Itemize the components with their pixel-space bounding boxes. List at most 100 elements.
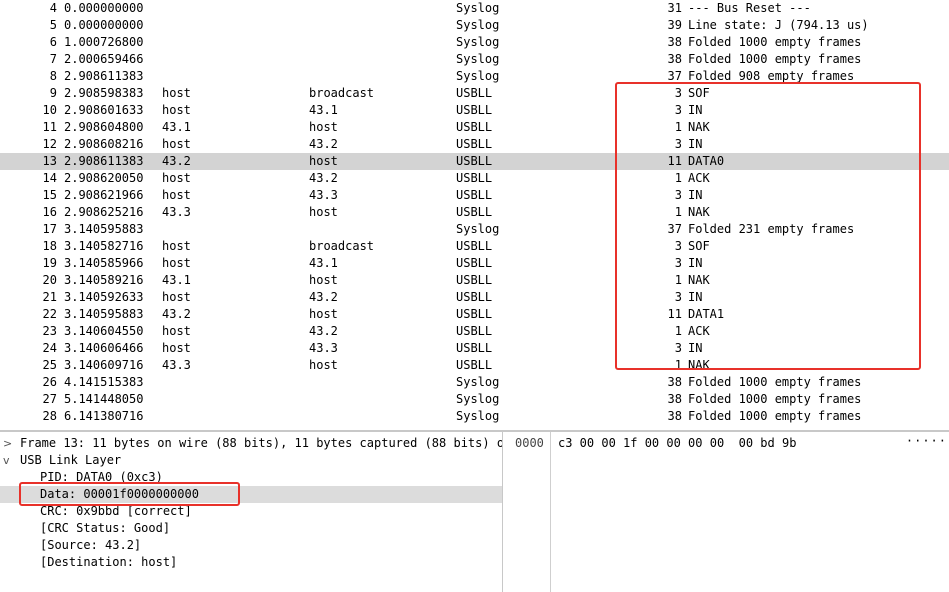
packet-info: NAK [688, 205, 710, 219]
packet-time: 3.140595883 [64, 222, 144, 236]
packet-protocol: Syslog [456, 18, 500, 32]
packet-row[interactable]: 9 2.908598383 host broadcast USBLL 3 SOF [0, 85, 949, 102]
packet-row[interactable]: 13 2.908611383 43.2 host USBLL 11 DATA0 [0, 153, 949, 170]
packet-number: 9 [49, 86, 57, 100]
packet-protocol: Syslog [456, 409, 500, 423]
packet-destination: host [309, 154, 338, 168]
tree-crc[interactable]: CRC: 0x9bbd [correct] [0, 503, 502, 520]
packet-info: IN [688, 103, 703, 117]
packet-row[interactable]: 6 1.000726800 Syslog 38 Folded 1000 empty fr… [0, 34, 949, 51]
packet-info: ACK [688, 324, 710, 338]
packet-row[interactable]: 22 3.140595883 43.2 host USBLL 11 DATA1 [0, 306, 949, 323]
tree-source[interactable]: [Source: 43.2] [0, 537, 502, 554]
packet-destination: host [309, 307, 338, 321]
packet-number: 19 [42, 256, 57, 270]
packet-time: 2.908608216 [64, 137, 144, 151]
packet-length: 3 [674, 341, 682, 355]
packet-row[interactable]: 4 0.000000000 Syslog 31 --- Bus Reset --- [0, 0, 949, 17]
packet-number: 23 [42, 324, 57, 338]
bytes-offset: 0000 [515, 436, 544, 450]
packet-source: 43.1 [162, 273, 191, 287]
tree-usb-link-layer[interactable]: v USB Link Layer [0, 452, 502, 469]
packet-destination: 43.2 [309, 324, 338, 338]
packet-number: 17 [42, 222, 57, 236]
packet-length: 1 [674, 273, 682, 287]
packet-info: --- Bus Reset --- [688, 1, 811, 15]
packet-number: 25 [42, 358, 57, 372]
packet-bytes-pane[interactable]: 0000 c3 00 00 1f 00 00 00 00 00 bd 9b ··… [503, 432, 949, 592]
packet-destination: 43.3 [309, 341, 338, 355]
packet-row[interactable]: 17 3.140595883 Syslog 37 Folded 231 empty fr… [0, 221, 949, 238]
packet-time: 6.141380716 [64, 409, 144, 423]
packet-protocol: Syslog [456, 392, 500, 406]
tree-crc-status[interactable]: [CRC Status: Good] [0, 520, 502, 537]
packet-info: Folded 1000 empty frames [688, 52, 862, 66]
packet-source: host [162, 103, 191, 117]
packet-time: 3.140582716 [64, 239, 144, 253]
packet-length: 1 [674, 324, 682, 338]
packet-row[interactable]: 7 2.000659466 Syslog 38 Folded 1000 empty fr… [0, 51, 949, 68]
packet-number: 12 [42, 137, 57, 151]
packet-row[interactable]: 25 3.140609716 43.3 host USBLL 1 NAK [0, 357, 949, 374]
packet-number: 20 [42, 273, 57, 287]
packet-number: 27 [42, 392, 57, 406]
packet-length: 1 [674, 205, 682, 219]
tree-pid[interactable]: PID: DATA0 (0xc3) [0, 469, 502, 486]
packet-info: SOF [688, 86, 710, 100]
chevron-down-icon[interactable]: v [3, 452, 13, 469]
packet-row[interactable]: 19 3.140585966 host 43.1 USBLL 3 IN [0, 255, 949, 272]
packet-length: 3 [674, 137, 682, 151]
packet-length: 3 [674, 239, 682, 253]
packet-row[interactable]: 24 3.140606466 host 43.3 USBLL 3 IN [0, 340, 949, 357]
packet-number: 11 [42, 120, 57, 134]
bytes-hex-dump[interactable]: c3 00 00 1f 00 00 00 00 00 bd 9b [558, 436, 796, 450]
packet-row[interactable]: 12 2.908608216 host 43.2 USBLL 3 IN [0, 136, 949, 153]
packet-row[interactable]: 5 0.000000000 Syslog 39 Line state: J (794.1… [0, 17, 949, 34]
packet-time: 5.141448050 [64, 392, 144, 406]
packet-number: 15 [42, 188, 57, 202]
bytes-ascii-dump[interactable]: ····· [906, 434, 947, 448]
packet-row[interactable]: 14 2.908620050 host 43.2 USBLL 1 ACK [0, 170, 949, 187]
packet-row[interactable]: 8 2.908611383 Syslog 37 Folded 908 empty fra… [0, 68, 949, 85]
packet-row[interactable]: 27 5.141448050 Syslog 38 Folded 1000 empty f… [0, 391, 949, 408]
packet-row[interactable]: 21 3.140592633 host 43.2 USBLL 3 IN [0, 289, 949, 306]
packet-time: 2.908621966 [64, 188, 144, 202]
packet-list[interactable]: 4 0.000000000 Syslog 31 --- Bus Reset --- 5 0.… [0, 0, 949, 427]
packet-details-pane[interactable]: > Frame 13: 11 bytes on wire (88 bits), … [0, 432, 502, 592]
packet-info: Line state: J (794.13 us) [688, 18, 869, 32]
chevron-right-icon[interactable]: > [3, 435, 13, 452]
packet-protocol: USBLL [456, 120, 493, 134]
packet-number: 21 [42, 290, 57, 304]
tree-destination[interactable]: [Destination: host] [0, 554, 502, 571]
packet-row[interactable]: 16 2.908625216 43.3 host USBLL 1 NAK [0, 204, 949, 221]
usb-link-layer-text: USB Link Layer [20, 453, 122, 467]
packet-destination: 43.2 [309, 137, 338, 151]
packet-row[interactable]: 15 2.908621966 host 43.3 USBLL 3 IN [0, 187, 949, 204]
packet-time: 2.908611383 [64, 69, 144, 83]
packet-time: 0.000000000 [64, 1, 144, 15]
packet-length: 38 [667, 35, 682, 49]
tree-frame-summary[interactable]: > Frame 13: 11 bytes on wire (88 bits), … [0, 435, 502, 452]
frame-summary-text: Frame 13: 11 bytes on wire (88 bits), 11… [20, 436, 502, 450]
packet-destination: broadcast [309, 86, 375, 100]
packet-row[interactable]: 11 2.908604800 43.1 host USBLL 1 NAK [0, 119, 949, 136]
packet-row[interactable]: 28 6.141380716 Syslog 38 Folded 1000 empty f… [0, 408, 949, 425]
packet-number: 16 [42, 205, 57, 219]
packet-row[interactable]: 10 2.908601633 host 43.1 USBLL 3 IN [0, 102, 949, 119]
packet-time: 2.908620050 [64, 171, 144, 185]
packet-time: 3.140592633 [64, 290, 144, 304]
packet-number: 18 [42, 239, 57, 253]
packet-time: 4.141515383 [64, 375, 144, 389]
packet-number: 5 [49, 18, 57, 32]
packet-number: 28 [42, 409, 57, 423]
packet-row[interactable]: 18 3.140582716 host broadcast USBLL 3 SOF [0, 238, 949, 255]
packet-time: 3.140604550 [64, 324, 144, 338]
packet-row[interactable]: 23 3.140604550 host 43.2 USBLL 1 ACK [0, 323, 949, 340]
packet-row[interactable]: 20 3.140589216 43.1 host USBLL 1 NAK [0, 272, 949, 289]
packet-length: 38 [667, 375, 682, 389]
packet-destination: 43.1 [309, 256, 338, 270]
tree-data[interactable]: Data: 00001f0000000000 [0, 486, 502, 503]
packet-protocol: USBLL [456, 341, 493, 355]
packet-time: 3.140589216 [64, 273, 144, 287]
packet-row[interactable]: 26 4.141515383 Syslog 38 Folded 1000 empty f… [0, 374, 949, 391]
